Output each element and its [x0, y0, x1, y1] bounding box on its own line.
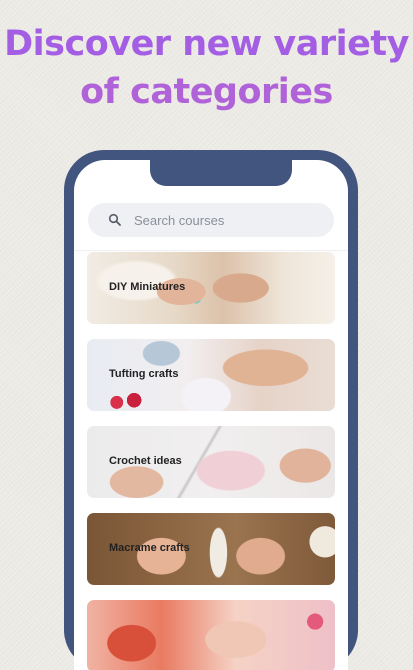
category-card-crochet-ideas[interactable]: Crochet ideas — [87, 426, 335, 498]
category-card-partial[interactable] — [87, 600, 335, 670]
category-label: Macrame crafts — [109, 542, 190, 554]
promo-headline: Discover new variety of categories — [0, 20, 413, 116]
category-card-diy-miniatures[interactable]: DIY Miniatures — [87, 252, 335, 324]
phone-mockup: DIY Miniatures Tufting crafts Crochet id… — [64, 150, 358, 670]
search-input[interactable] — [134, 203, 324, 237]
category-label: DIY Miniatures — [109, 281, 186, 293]
category-card-tufting-crafts[interactable]: Tufting crafts — [87, 339, 335, 411]
phone-notch — [150, 160, 292, 186]
search-icon — [108, 213, 122, 227]
search-bar[interactable] — [88, 203, 334, 237]
headline-line-1: Discover new variety — [4, 24, 409, 64]
category-label: Crochet ideas — [109, 455, 182, 467]
phone-screen: DIY Miniatures Tufting crafts Crochet id… — [74, 160, 348, 670]
category-card-macrame-crafts[interactable]: Macrame crafts — [87, 513, 335, 585]
header-divider — [74, 250, 348, 251]
category-label: Tufting crafts — [109, 368, 179, 380]
headline-line-2: of categories — [80, 72, 333, 112]
